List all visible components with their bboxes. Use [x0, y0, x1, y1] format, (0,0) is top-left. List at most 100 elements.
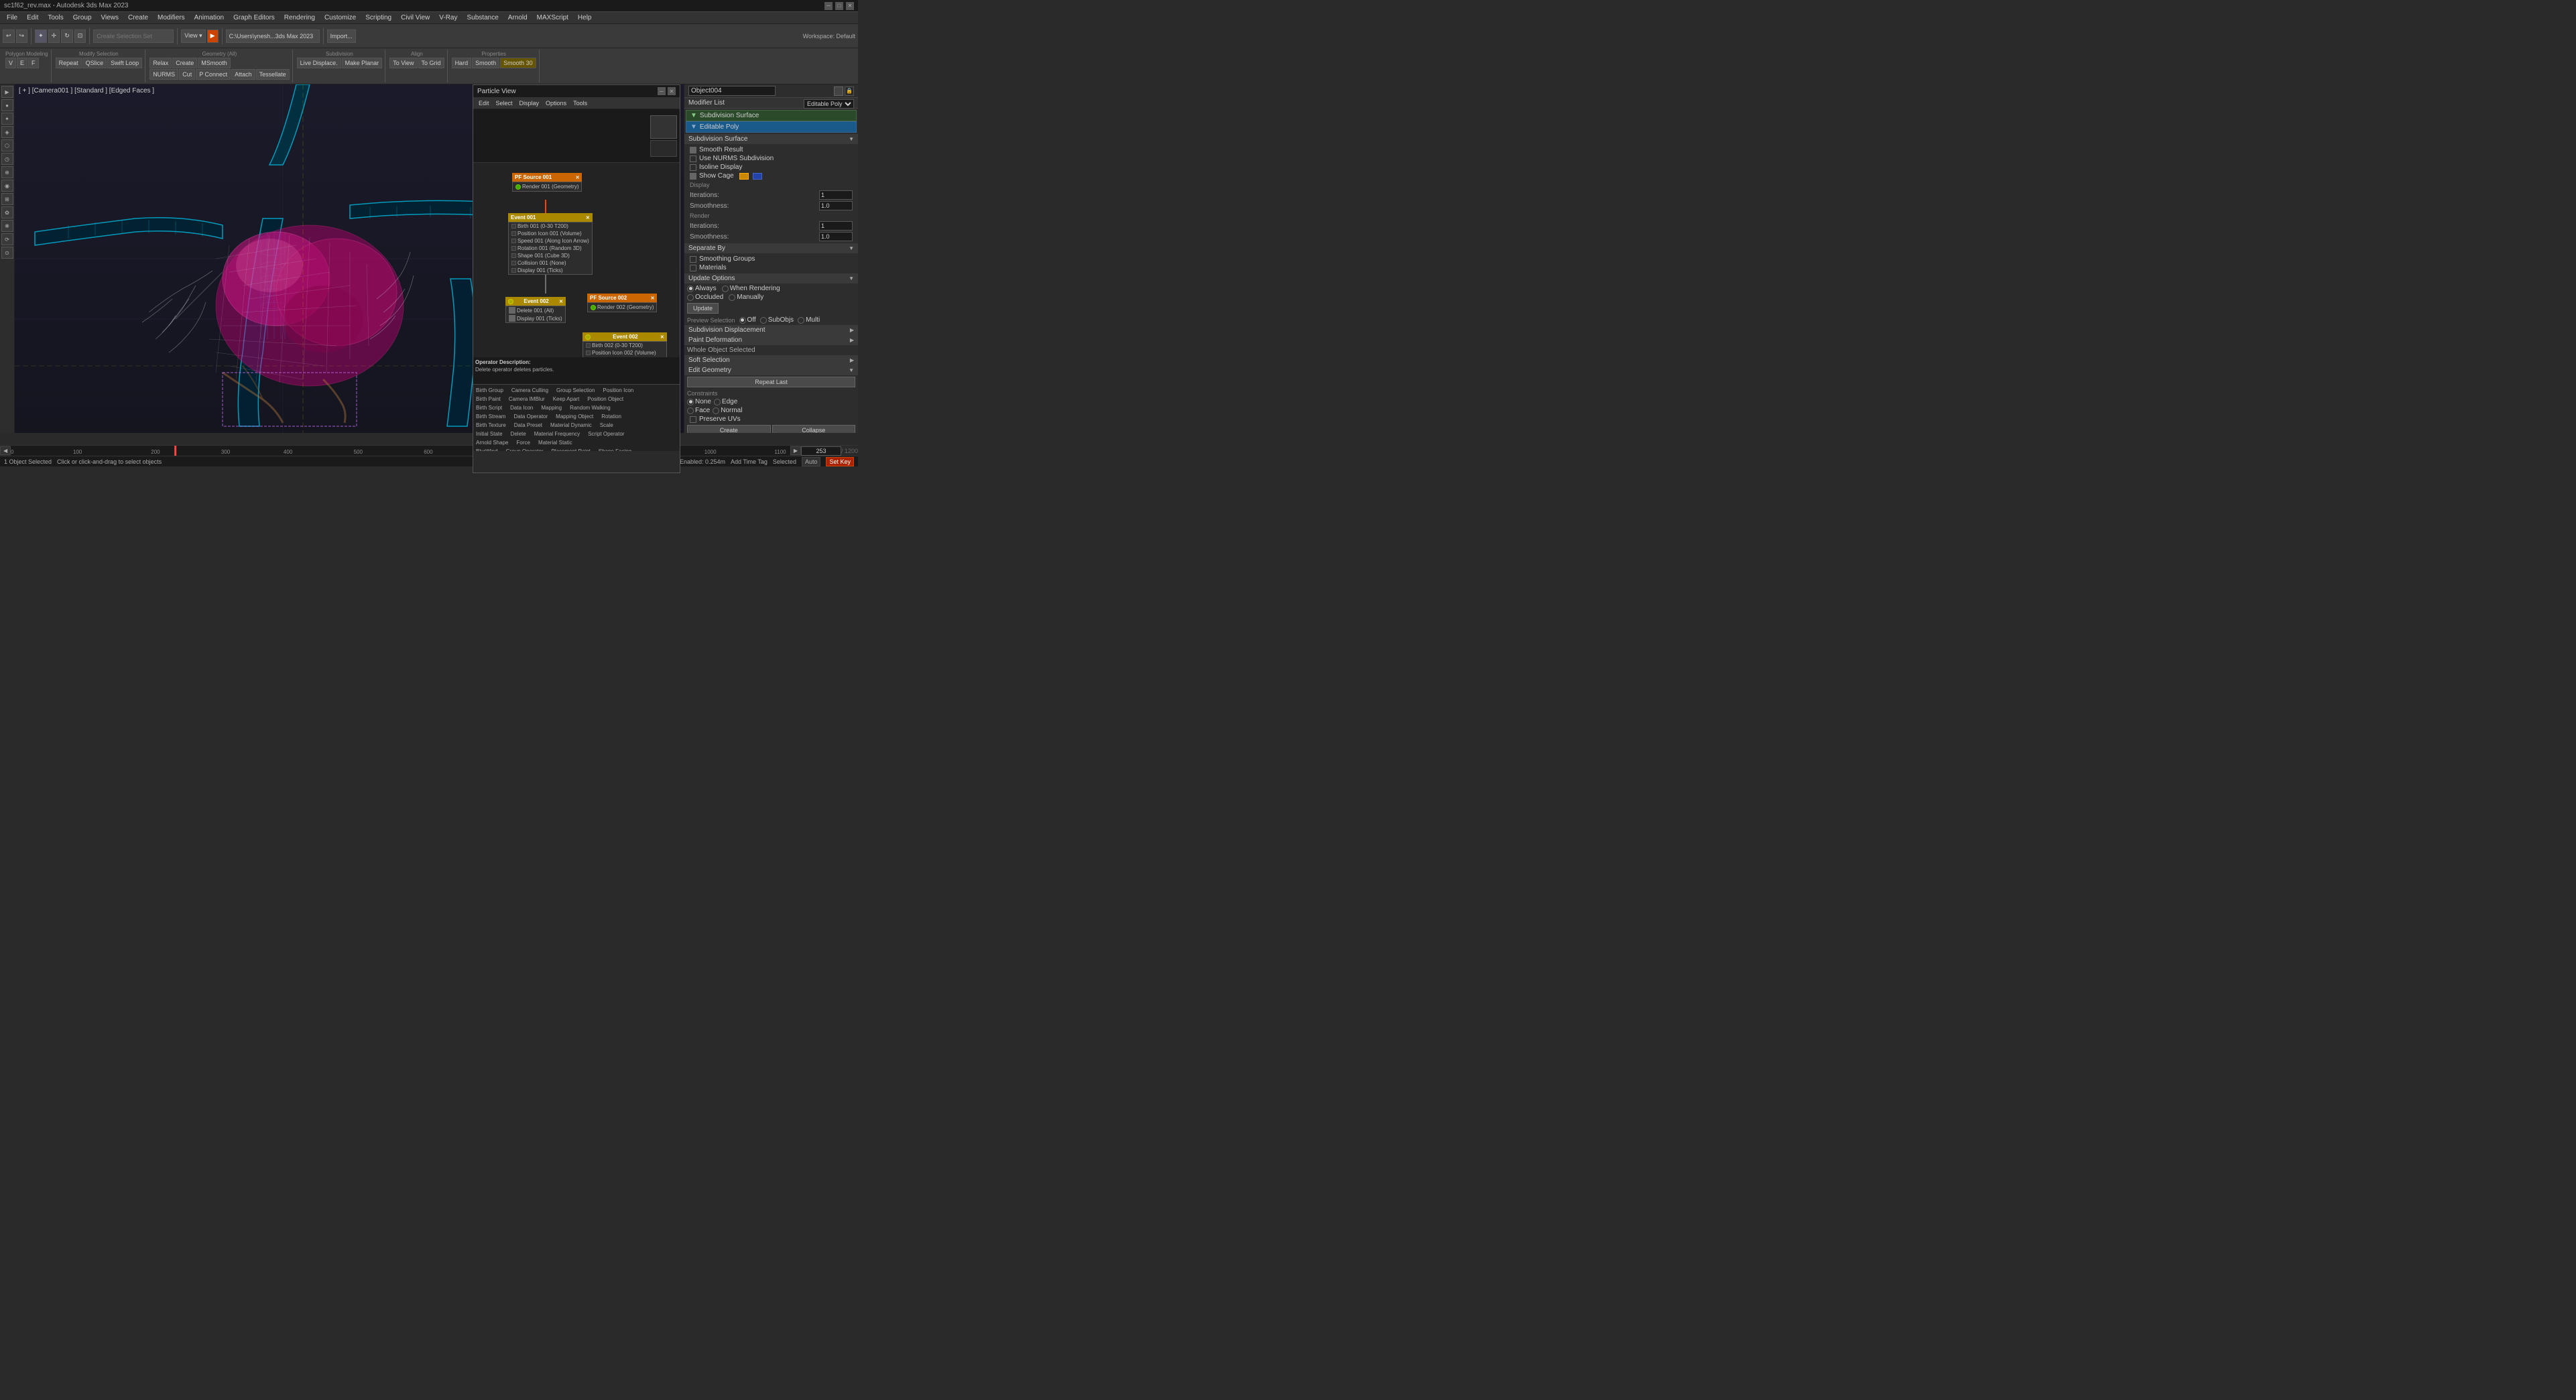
- menu-animation[interactable]: Animation: [190, 13, 228, 22]
- frame-counter[interactable]: 253: [801, 446, 841, 456]
- msmooth-btn[interactable]: MSmooth: [198, 58, 231, 68]
- maximize-button[interactable]: □: [835, 2, 843, 10]
- create-selection-set-input[interactable]: [93, 29, 174, 43]
- smooth-result-checkbox[interactable]: [690, 147, 696, 153]
- cat-birth-group[interactable]: Birth Group: [475, 387, 505, 394]
- subdivision-displacement-title[interactable]: Subdivision Displacement ▶: [684, 325, 858, 335]
- pv-close[interactable]: ✕: [668, 87, 676, 95]
- cat-data-operator[interactable]: Data Operator: [512, 413, 549, 420]
- cat-data-preset[interactable]: Data Preset: [513, 422, 544, 429]
- import-button[interactable]: Import...: [327, 29, 356, 43]
- ls-icon-5[interactable]: ⬡: [1, 139, 13, 151]
- update-button[interactable]: Update: [687, 303, 719, 314]
- redo-button[interactable]: ↪: [16, 29, 28, 43]
- smooth-btn[interactable]: Smooth: [472, 58, 499, 68]
- preview-multi-radio[interactable]: [798, 317, 804, 324]
- subdivision-surface-modifier[interactable]: ▼ Subdivision Surface: [686, 110, 857, 121]
- menu-vray[interactable]: V-Ray: [435, 13, 461, 22]
- menu-customize[interactable]: Customize: [320, 13, 360, 22]
- occluded-radio[interactable]: [687, 294, 694, 301]
- cat-position-object[interactable]: Position Object: [586, 395, 625, 403]
- cat-camera-culling[interactable]: Camera Culling: [510, 387, 550, 394]
- edge-radio[interactable]: [714, 399, 721, 405]
- pf-source-001-node[interactable]: PF Source 001 ✕ Render 001 (Geometry): [512, 173, 582, 192]
- set-key-btn[interactable]: Set Key: [826, 457, 854, 466]
- modifier-dropdown[interactable]: Editable Poly: [804, 99, 854, 109]
- ls-icon-9[interactable]: ⊞: [1, 193, 13, 205]
- ls-icon-11[interactable]: ❋: [1, 220, 13, 232]
- ls-icon-7[interactable]: ⊕: [1, 166, 13, 178]
- preview-thumb-2[interactable]: [650, 140, 677, 157]
- collapse-btn[interactable]: Collapse: [772, 425, 856, 433]
- close-button[interactable]: ✕: [846, 2, 854, 10]
- menu-rendering[interactable]: Rendering: [280, 13, 319, 22]
- cat-force[interactable]: Force: [515, 439, 531, 446]
- subdivision-surface-title[interactable]: Subdivision Surface ▼: [684, 134, 858, 144]
- smooth30-btn[interactable]: Smooth 30: [500, 58, 536, 68]
- select-button[interactable]: ✦: [35, 29, 47, 43]
- object-color-swatch[interactable]: [834, 86, 843, 96]
- cat-arnold-shape[interactable]: Arnold Shape: [475, 439, 509, 446]
- menu-civil-view[interactable]: Civil View: [397, 13, 434, 22]
- pv-menu-options[interactable]: Options: [543, 99, 569, 107]
- render-iterations-input[interactable]: [819, 221, 853, 231]
- cat-mapping[interactable]: Mapping: [540, 404, 563, 411]
- repeat-btn[interactable]: Repeat: [56, 58, 82, 68]
- smoothness-input[interactable]: [819, 201, 853, 210]
- pv-menu-edit[interactable]: Edit: [476, 99, 492, 107]
- nurms-btn[interactable]: NURMS: [149, 69, 178, 80]
- manually-radio[interactable]: [729, 294, 735, 301]
- event-003-node[interactable]: Event 002 ✕ Birth 002 (0-30 T200) Positi…: [582, 332, 667, 357]
- normal-radio[interactable]: [713, 407, 719, 414]
- menu-views[interactable]: Views: [97, 13, 123, 22]
- rotate-button[interactable]: ↻: [61, 29, 73, 43]
- cat-birth-script[interactable]: Birth Script: [475, 404, 503, 411]
- cat-delete[interactable]: Delete: [509, 430, 528, 438]
- menu-group[interactable]: Group: [69, 13, 96, 22]
- menu-maxscript[interactable]: MAXScript: [533, 13, 572, 22]
- auto-key-btn[interactable]: Auto: [802, 457, 821, 466]
- preserve-uvs-checkbox[interactable]: [690, 416, 696, 423]
- cat-material-static[interactable]: Material Static: [537, 439, 574, 446]
- render-button[interactable]: ▶: [207, 29, 219, 43]
- cat-placement-paint[interactable]: Placement Paint: [550, 448, 591, 451]
- repeat-last-btn[interactable]: Repeat Last: [687, 377, 855, 387]
- ls-icon-2[interactable]: ●: [1, 99, 13, 111]
- relax-btn[interactable]: Relax: [149, 58, 172, 68]
- event-001-node[interactable]: Event 001 ✕ Birth 001 (0-30 T200) Positi…: [508, 213, 593, 275]
- live-displace-btn[interactable]: Live Displace.: [297, 58, 341, 68]
- render-smoothness-input[interactable]: [819, 232, 853, 241]
- menu-file[interactable]: File: [3, 13, 21, 22]
- cat-mapping-object[interactable]: Mapping Object: [554, 413, 595, 420]
- to-view-btn[interactable]: To View: [389, 58, 417, 68]
- cage-color-1[interactable]: [739, 173, 749, 180]
- timeline-prev-btn[interactable]: ◀: [0, 446, 11, 455]
- cat-group-selection[interactable]: Group Selection: [555, 387, 596, 394]
- move-button[interactable]: ✛: [48, 29, 60, 43]
- preview-thumb-1[interactable]: [650, 115, 677, 139]
- use-nurms-checkbox[interactable]: [690, 155, 696, 162]
- cat-shape-facing[interactable]: Shape Facing: [597, 448, 633, 451]
- timeline-next-btn[interactable]: ▶: [790, 446, 801, 455]
- ls-icon-4[interactable]: ◈: [1, 126, 13, 138]
- path-input[interactable]: [226, 29, 320, 43]
- lock-btn[interactable]: 🔒: [845, 86, 854, 96]
- ls-icon-10[interactable]: ✿: [1, 206, 13, 218]
- edit-geometry-title[interactable]: Edit Geometry ▼: [684, 365, 858, 375]
- swift-loop-btn[interactable]: Swift Loop: [107, 58, 142, 68]
- cat-birth-texture[interactable]: Birth Texture: [475, 422, 507, 429]
- cat-material-frequency[interactable]: Material Frequency: [533, 430, 581, 438]
- iterations-input[interactable]: [819, 190, 853, 200]
- soft-selection-title[interactable]: Soft Selection ▶: [684, 355, 858, 365]
- cat-blurwind[interactable]: BlurWind: [475, 448, 499, 451]
- particle-catalog[interactable]: Birth Group Camera Culling Group Selecti…: [473, 384, 680, 451]
- smoothing-groups-checkbox[interactable]: [690, 256, 696, 263]
- cat-script-operator[interactable]: Script Operator: [587, 430, 625, 438]
- menu-scripting[interactable]: Scripting: [361, 13, 395, 22]
- cat-rotation[interactable]: Rotation: [600, 413, 623, 420]
- hard-btn[interactable]: Hard: [452, 58, 472, 68]
- cat-random-walking[interactable]: Random Walking: [568, 404, 612, 411]
- isoline-checkbox[interactable]: [690, 164, 696, 171]
- ls-icon-13[interactable]: ⊙: [1, 247, 13, 259]
- materials-checkbox[interactable]: [690, 265, 696, 271]
